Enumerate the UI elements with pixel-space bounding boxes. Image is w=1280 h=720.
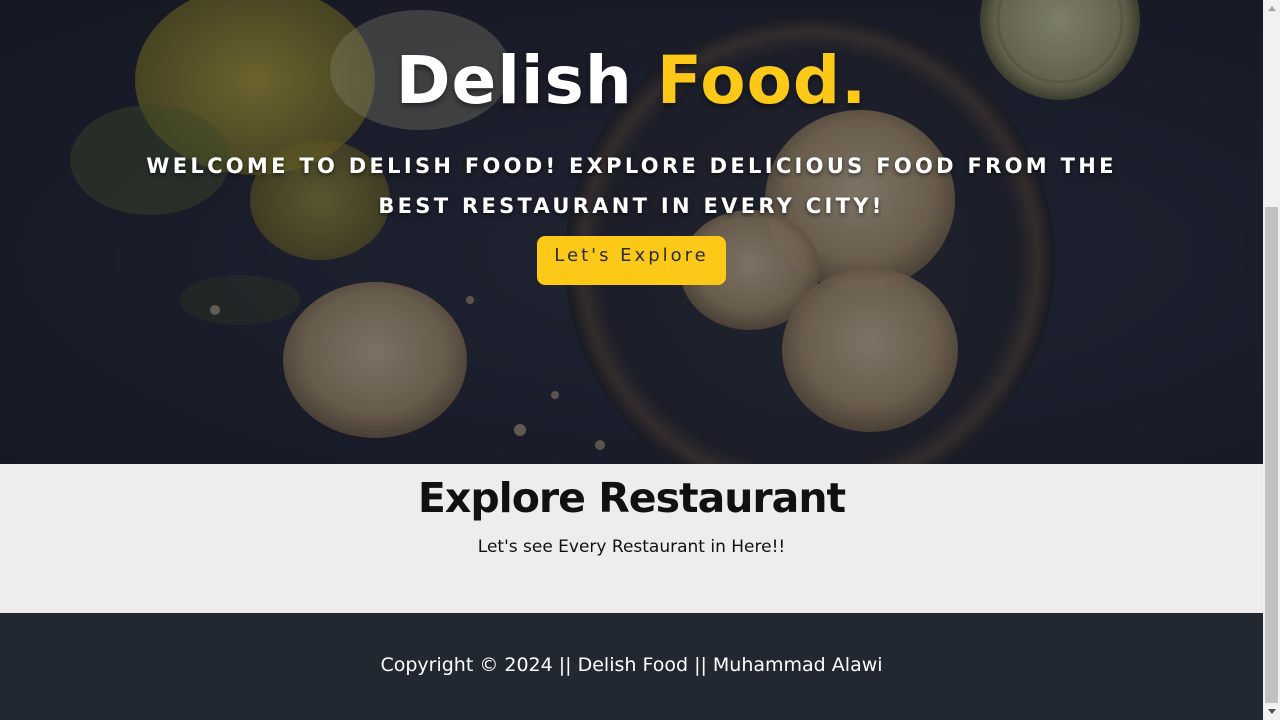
explore-section: Explore Restaurant Let's see Every Resta… — [0, 464, 1263, 613]
hero-section: Delish Food. Welcome to Delish Food! Exp… — [0, 0, 1263, 464]
footer: Copyright © 2024 || Delish Food || Muham… — [0, 613, 1263, 720]
scroll-up-arrow-icon[interactable] — [1263, 0, 1280, 17]
hero-title-accent: Food. — [656, 42, 868, 119]
explore-title: Explore Restaurant — [417, 474, 846, 522]
hero-subtitle: Welcome to Delish Food! Explore deliciou… — [146, 154, 1117, 218]
explore-subtitle: Let's see Every Restaurant in Here!! — [477, 537, 786, 557]
vertical-scrollbar[interactable] — [1263, 0, 1280, 720]
lets-explore-button[interactable]: Let's Explore — [537, 236, 726, 285]
scrollbar-thumb[interactable] — [1265, 207, 1278, 703]
page: Delish Food. Welcome to Delish Food! Exp… — [0, 0, 1263, 720]
footer-copyright: Copyright © 2024 || Delish Food || Muham… — [380, 654, 883, 676]
hero-title: Delish Food. — [0, 42, 1263, 119]
hero-title-main: Delish — [395, 42, 657, 119]
scroll-down-arrow-icon[interactable] — [1263, 703, 1280, 720]
